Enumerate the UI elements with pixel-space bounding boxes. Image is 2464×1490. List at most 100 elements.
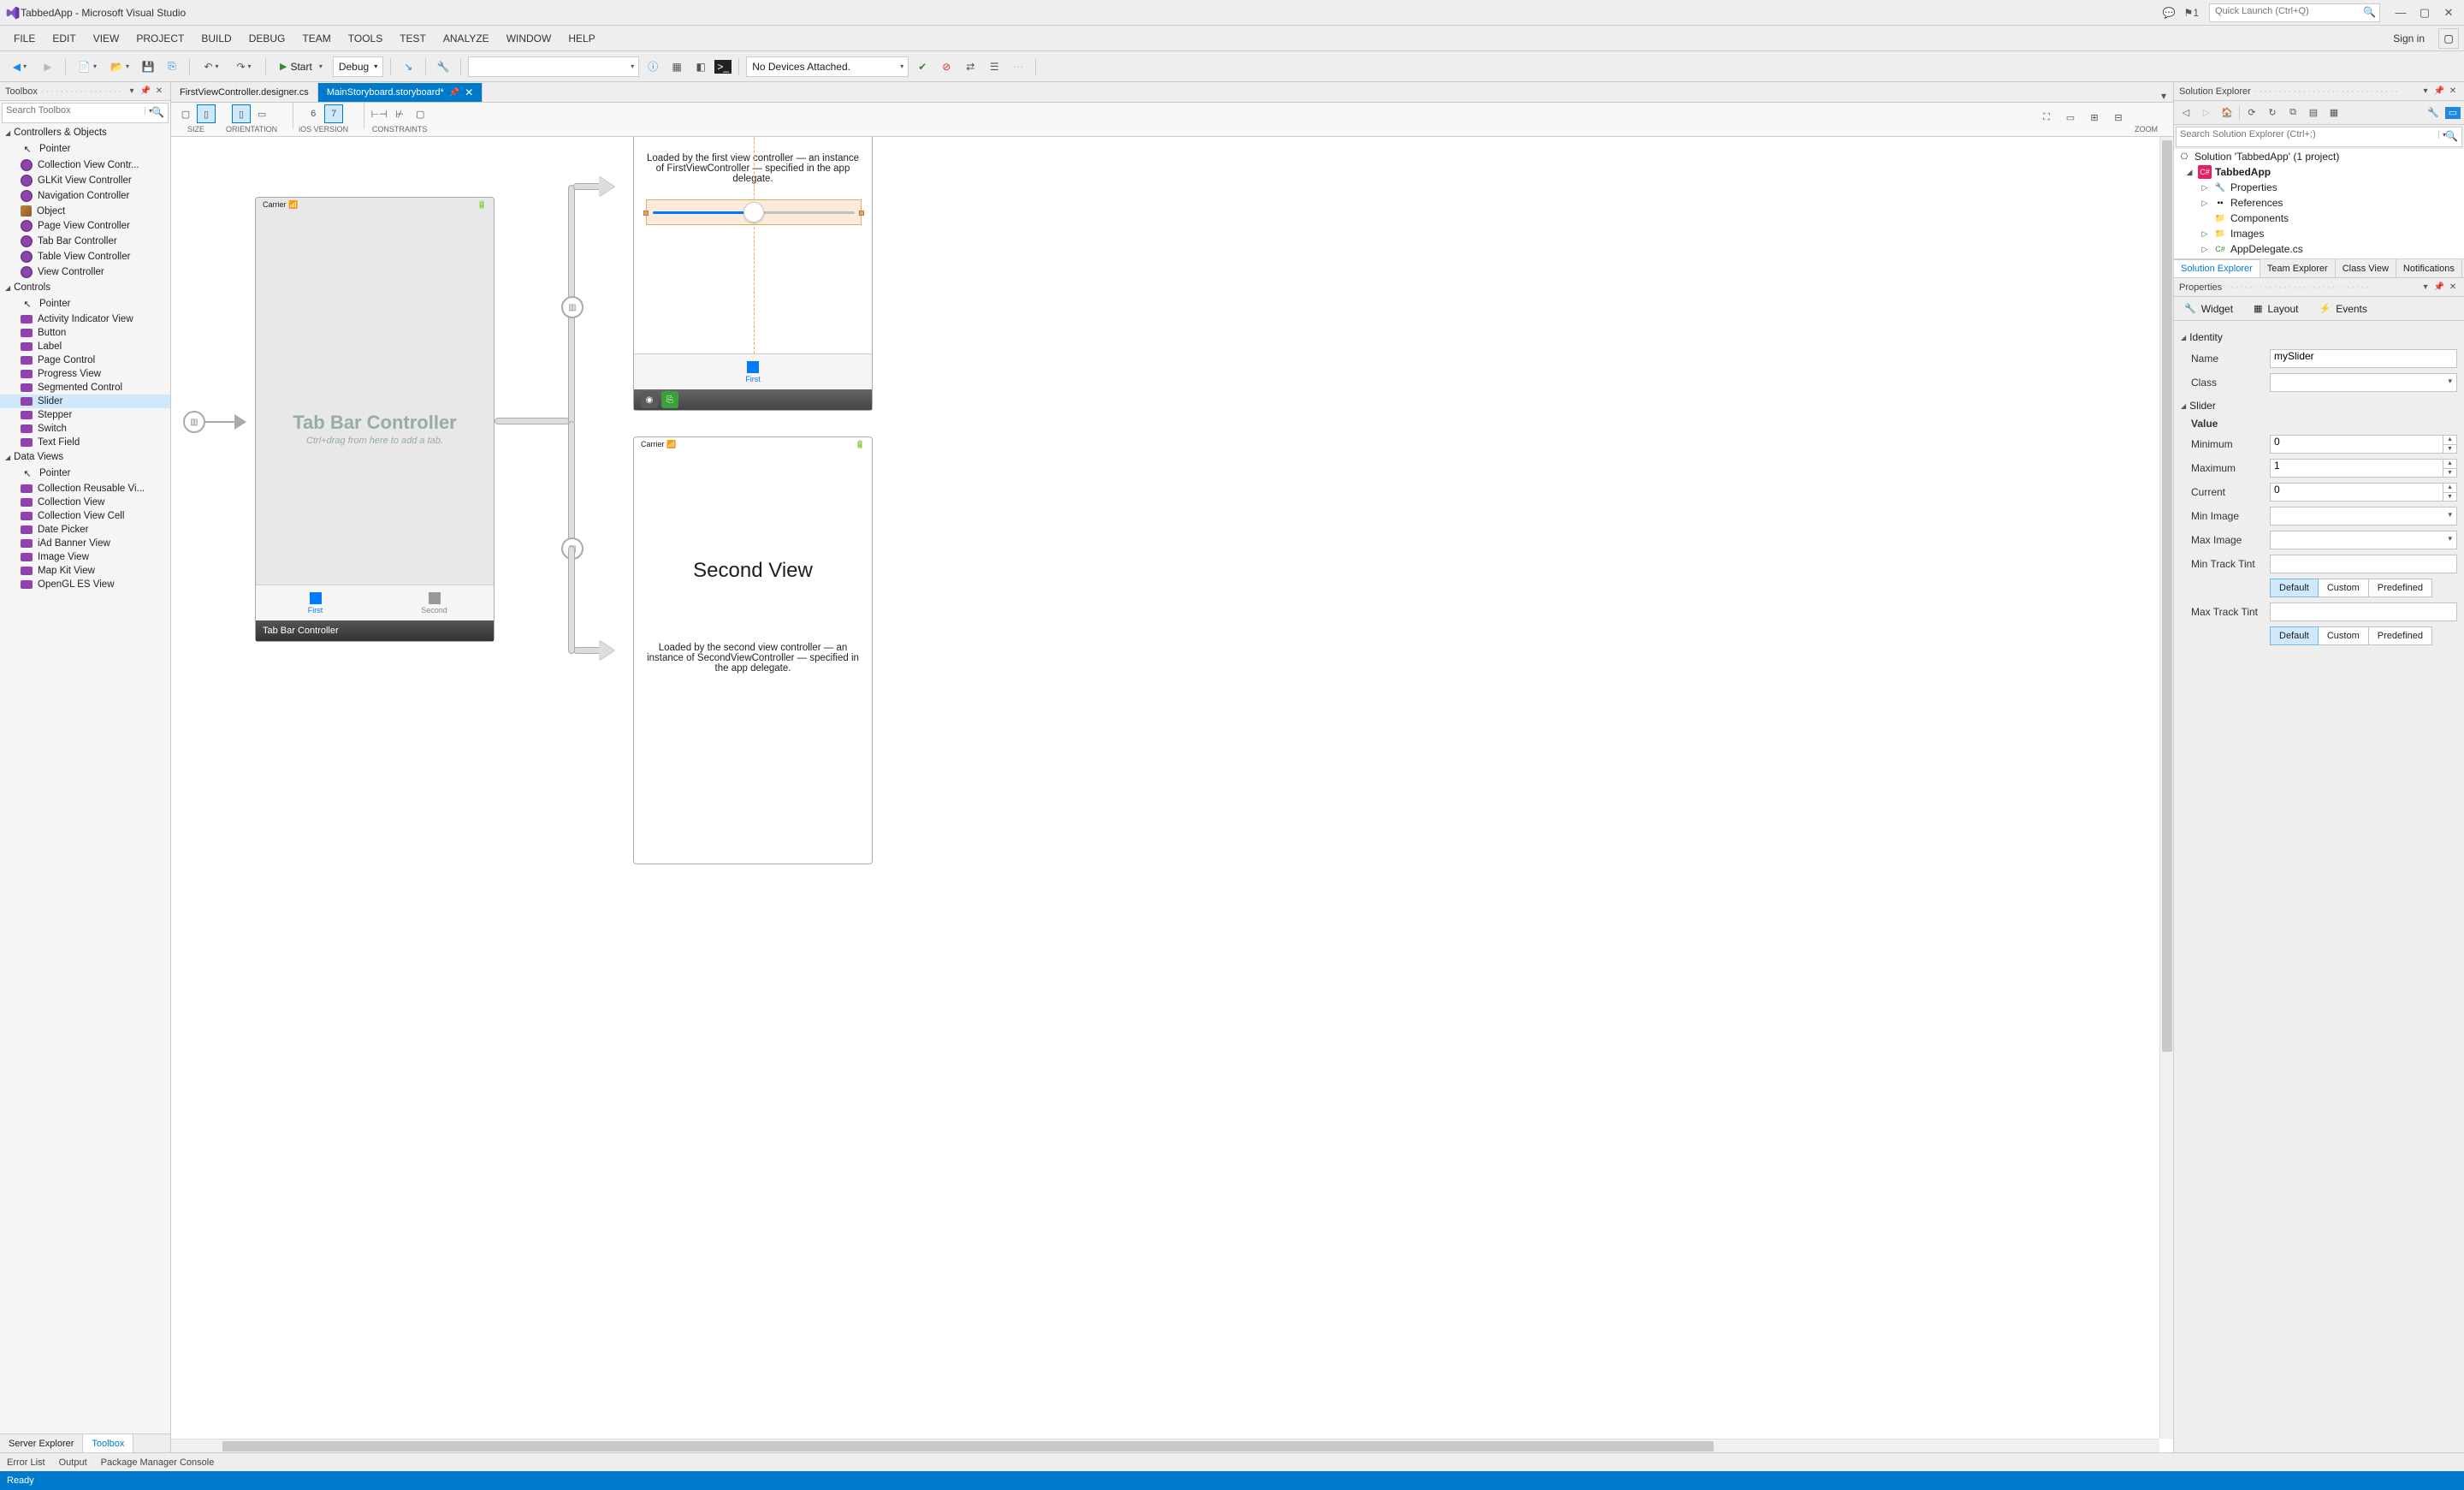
input-maximum[interactable]: ▲▼ [2270, 459, 2457, 478]
pin-icon[interactable]: 📌 [449, 88, 459, 98]
new-project-button[interactable]: 📄 [73, 56, 102, 77]
second-view-scene[interactable]: Carrier 📶🔋 Second View Loaded by the sec… [633, 436, 873, 864]
se-wrench-button[interactable]: 🔧 [2425, 104, 2442, 122]
config-dropdown[interactable]: Debug▾ [333, 56, 383, 77]
se-fwd-button[interactable]: ▷ [2198, 104, 2215, 122]
menu-project[interactable]: PROJECT [127, 29, 192, 48]
toolbox-item[interactable]: Image View [0, 550, 170, 564]
menu-file[interactable]: FILE [5, 29, 44, 48]
toolbox-search-input[interactable] [6, 105, 151, 116]
se-preview-button[interactable]: ▭ [2445, 107, 2461, 119]
seg-custom[interactable]: Custom [2318, 579, 2369, 597]
swatch-min-tint[interactable] [2270, 555, 2457, 573]
cancel-icon[interactable]: ⊘ [936, 56, 957, 77]
size-regular-button[interactable]: ▯ [197, 104, 216, 123]
doc-tab-first-vc[interactable]: FirstViewController.designer.cs [171, 83, 318, 102]
open-file-button[interactable]: 📂 [105, 56, 134, 77]
se-showall-button[interactable]: ▤ [2305, 104, 2322, 122]
se-search-input[interactable] [2180, 129, 2444, 140]
se-back-button[interactable]: ◁ [2177, 104, 2194, 122]
search-icon[interactable]: 🔍 [2363, 6, 2376, 18]
seg-predefined-2[interactable]: Predefined [2368, 626, 2432, 645]
input-current[interactable]: ▲▼ [2270, 483, 2457, 502]
toolbox-item[interactable]: Stepper [0, 408, 170, 422]
save-all-button[interactable]: ⎘ [162, 56, 182, 77]
prop-tab-layout[interactable]: ▦Layout [2243, 297, 2308, 320]
close-button[interactable]: ✕ [2438, 4, 2459, 21]
prop-tab-widget[interactable]: 🔧Widget [2174, 297, 2243, 320]
toolbox-item[interactable]: Text Field [0, 436, 170, 449]
menu-test[interactable]: TEST [391, 29, 435, 48]
close-icon[interactable]: ✕ [465, 86, 473, 98]
ios6-button[interactable]: 6 [304, 104, 323, 123]
tab-output[interactable]: Output [59, 1457, 87, 1468]
toolbox-search[interactable]: ▾ 🔍 [2, 103, 169, 123]
menu-view[interactable]: VIEW [85, 29, 128, 48]
tab-error-list[interactable]: Error List [7, 1457, 45, 1468]
ok-icon[interactable]: ✔ [912, 56, 933, 77]
panel-dropdown-icon[interactable]: ▾ [126, 86, 138, 98]
toolbox-item[interactable]: Page View Controller [0, 218, 170, 234]
quick-launch-input[interactable] [2215, 6, 2362, 16]
pin-icon[interactable]: 📌 [2433, 282, 2445, 294]
toolbox-item[interactable]: Tab Bar Controller [0, 234, 170, 249]
toolbox-item[interactable]: Table View Controller [0, 249, 170, 264]
menu-build[interactable]: BUILD [192, 29, 240, 48]
list-icon[interactable]: ☰ [984, 56, 1004, 77]
menu-debug[interactable]: DEBUG [240, 29, 294, 48]
menu-window[interactable]: WINDOW [498, 29, 560, 48]
ios7-button[interactable]: 7 [324, 104, 343, 123]
solution-tree[interactable]: ⎔Solution 'TabbedApp' (1 project) ◢C#Tab… [2174, 149, 2464, 258]
toolbox-group[interactable]: Controls [0, 280, 170, 295]
zoom-actual-button[interactable]: ▭ [2061, 108, 2080, 127]
seg-predefined[interactable]: Predefined [2368, 579, 2432, 597]
panel-dropdown-icon[interactable]: ▾ [2420, 282, 2431, 294]
zoom-in-button[interactable]: ⊞ [2085, 108, 2104, 127]
toolbox-item[interactable]: Activity Indicator View [0, 312, 170, 326]
toolbox-item[interactable]: Date Picker [0, 523, 170, 537]
menu-analyze[interactable]: ANALYZE [435, 29, 498, 48]
first-view-scene[interactable]: Loaded by the first view controller — an… [633, 137, 873, 411]
panel-close-icon[interactable]: ✕ [2447, 282, 2459, 294]
toolbox-button[interactable]: 🔧 [433, 56, 453, 77]
tab-toolbox[interactable]: Toolbox [83, 1434, 133, 1452]
input-min-image[interactable] [2270, 507, 2457, 525]
input-max-image[interactable] [2270, 531, 2457, 549]
spin-up[interactable]: ▲ [2443, 484, 2456, 493]
quick-launch[interactable]: 🔍 [2209, 3, 2380, 22]
info-button[interactable]: ⓘ [643, 56, 663, 77]
toolbox-item[interactable]: Pointer [0, 140, 170, 157]
more-icon[interactable]: ⋯ [1008, 56, 1028, 77]
toolbox-item[interactable]: Button [0, 326, 170, 340]
input-minimum[interactable]: ▲▼ [2270, 435, 2457, 454]
toolbox-item[interactable]: View Controller [0, 264, 170, 280]
orientation-portrait-button[interactable]: ▯ [232, 104, 251, 123]
toolbox-item[interactable]: Switch [0, 422, 170, 436]
toolbox-group[interactable]: Data Views [0, 449, 170, 465]
minimize-button[interactable]: — [2390, 4, 2411, 21]
toolbox-tree[interactable]: Controllers & ObjectsPointerCollection V… [0, 125, 170, 1434]
toolbox-item[interactable]: Collection Reusable Vi... [0, 482, 170, 496]
input-class[interactable] [2270, 373, 2457, 392]
segue-first[interactable]: ▥ [561, 296, 583, 318]
slider-thumb[interactable] [743, 202, 764, 223]
toolbox-item[interactable]: Collection View Cell [0, 509, 170, 523]
menu-team[interactable]: TEAM [293, 29, 339, 48]
toolbox-item[interactable]: Collection View [0, 496, 170, 509]
terminal-button[interactable]: >_ [714, 60, 732, 74]
tab-class-view[interactable]: Class View [2336, 259, 2396, 277]
undo-button[interactable]: ↶ [197, 56, 226, 77]
notification-flag[interactable]: ⚑1 [2184, 7, 2199, 19]
feedback-icon[interactable]: 💬 [2163, 7, 2176, 19]
panel-close-icon[interactable]: ✕ [153, 86, 165, 98]
spin-up[interactable]: ▲ [2443, 436, 2456, 445]
nav-back-button[interactable]: ◀ [5, 56, 34, 77]
vc-icon[interactable]: ◉ [641, 391, 658, 408]
se-collapse-button[interactable]: ⧉ [2284, 104, 2301, 122]
se-home-button[interactable]: 🏠 [2218, 104, 2236, 122]
input-name[interactable] [2270, 349, 2457, 368]
se-refresh-button[interactable]: ↻ [2264, 104, 2281, 122]
horizontal-scrollbar[interactable] [171, 1439, 2159, 1452]
spin-down[interactable]: ▼ [2443, 445, 2456, 454]
sync-icon[interactable]: ⇄ [960, 56, 980, 77]
